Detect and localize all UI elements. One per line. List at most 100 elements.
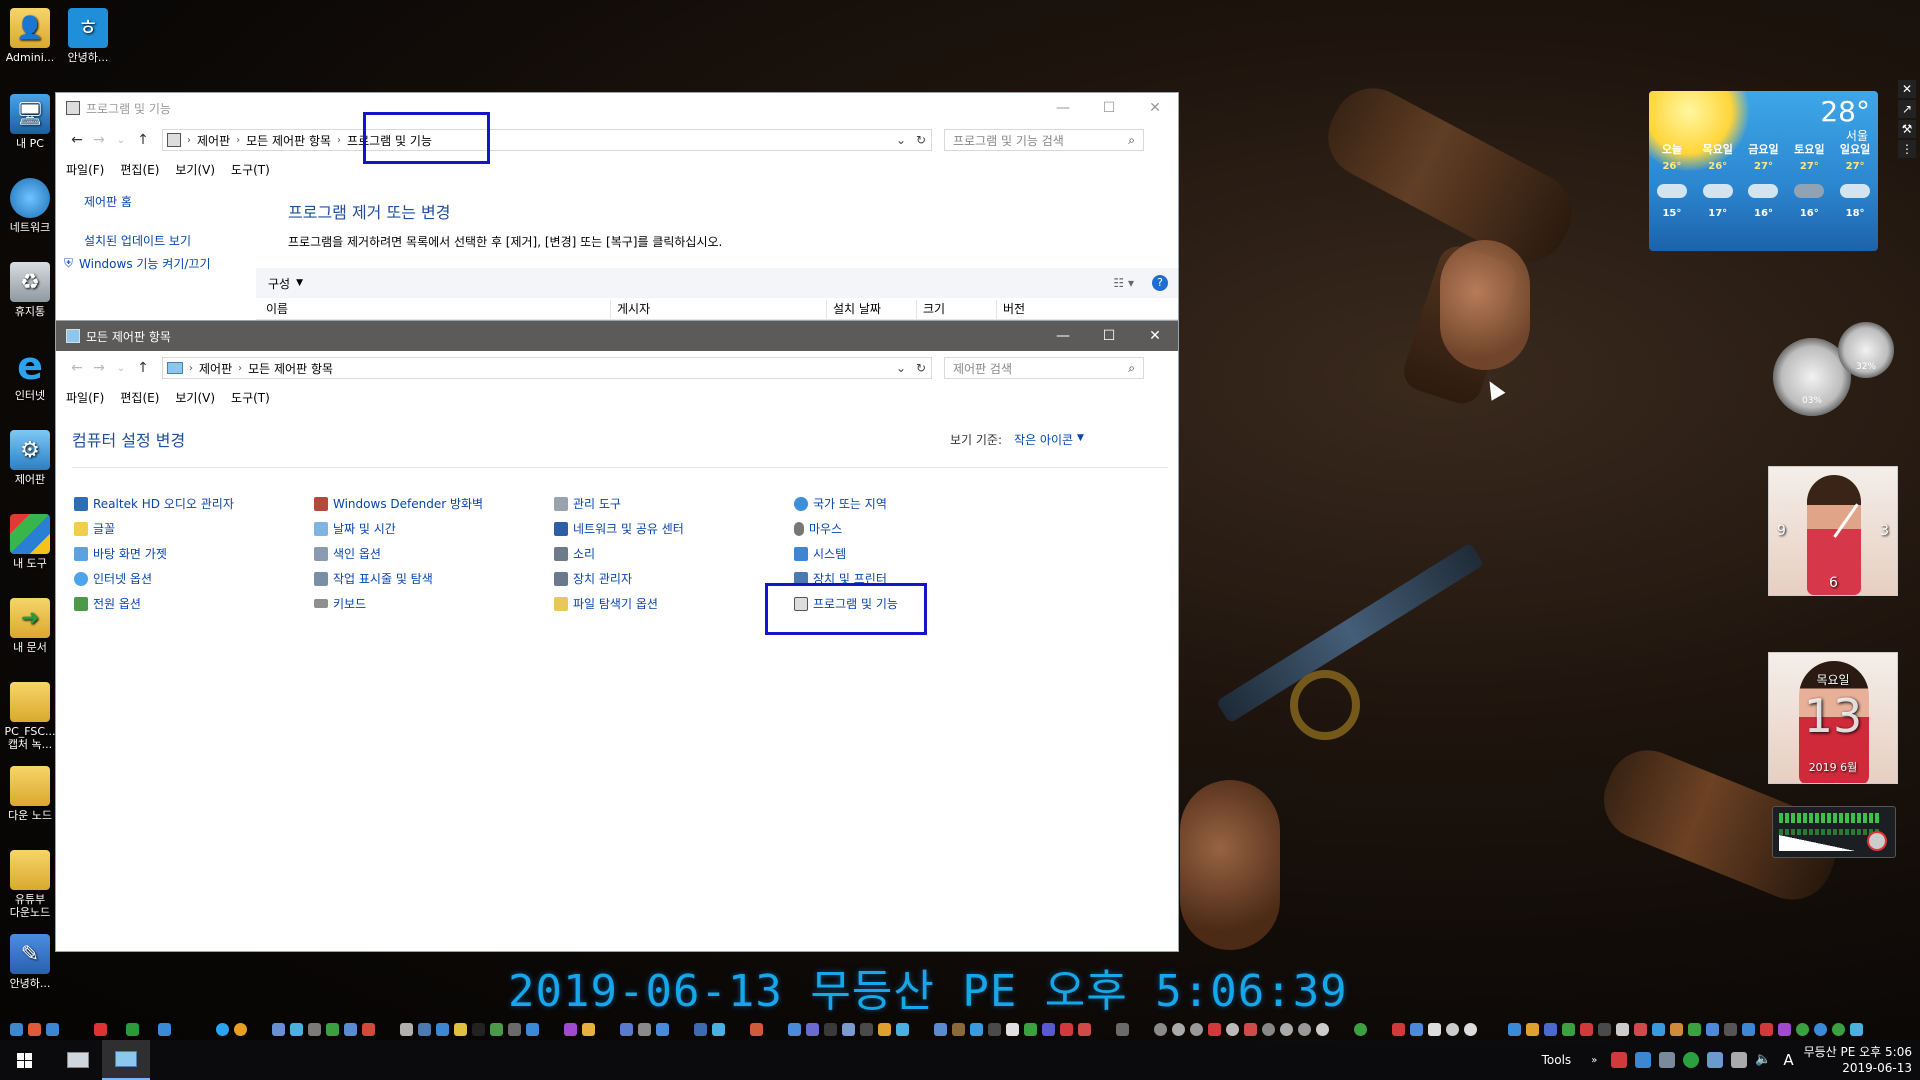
app-icon[interactable] <box>436 1022 449 1036</box>
back-arrow-icon[interactable]: ← <box>66 132 88 148</box>
tray-icon[interactable] <box>1683 1052 1700 1068</box>
app-icon[interactable] <box>1392 1022 1405 1036</box>
maximize-icon[interactable]: ☐ <box>1086 93 1132 123</box>
maximize-icon[interactable]: ☐ <box>1086 321 1132 351</box>
app-icon[interactable] <box>1814 1022 1827 1036</box>
app-icon[interactable] <box>952 1022 965 1036</box>
app-icon[interactable] <box>1544 1022 1557 1036</box>
app-icon[interactable] <box>1208 1022 1221 1036</box>
app-icon[interactable] <box>508 1022 521 1036</box>
app-icon[interactable] <box>1298 1022 1311 1036</box>
app-icon[interactable] <box>28 1022 41 1036</box>
window-titlebar[interactable]: 모든 제어판 항목 — ☐ ✕ <box>56 321 1178 351</box>
app-icon[interactable] <box>896 1022 909 1036</box>
menu-edit[interactable]: 편집(E) <box>120 389 159 406</box>
desktop-icon-youtube-download[interactable]: 유튜부 다운노드 <box>4 850 56 919</box>
menu-view[interactable]: 보기(V) <box>175 161 215 178</box>
cp-item-region[interactable]: 국가 또는 지역 <box>794 495 887 512</box>
app-icon[interactable] <box>1060 1022 1073 1036</box>
app-icon[interactable] <box>620 1022 633 1036</box>
app-icon[interactable] <box>1078 1022 1091 1036</box>
column-install-date[interactable]: 설치 날짜 <box>826 300 916 319</box>
app-icon[interactable] <box>362 1022 375 1036</box>
tools-toolbar[interactable]: Tools <box>1542 1053 1572 1067</box>
app-icon[interactable] <box>1796 1022 1809 1036</box>
cp-item-system[interactable]: 시스템 <box>794 545 846 562</box>
help-icon[interactable]: ? <box>1152 275 1168 291</box>
refresh-icon[interactable]: ↻ <box>911 361 931 375</box>
desktop-icon-recycle-bin[interactable]: ♻ 휴지통 <box>4 262 56 318</box>
up-arrow-icon[interactable]: ↑ <box>132 360 154 376</box>
app-icon[interactable] <box>94 1022 107 1036</box>
app-icon[interactable] <box>1832 1022 1845 1036</box>
desktop-icon-pc-fsc[interactable]: PC_FSC... 캡처 녹... <box>4 682 56 751</box>
app-icon[interactable] <box>1042 1022 1055 1036</box>
recent-dropdown-icon[interactable]: ⌄ <box>110 135 132 146</box>
app-icon[interactable] <box>1226 1022 1239 1036</box>
app-icon[interactable] <box>126 1022 139 1036</box>
app-icon[interactable] <box>1598 1022 1611 1036</box>
chevron-down-icon[interactable]: ⌄ <box>891 361 911 375</box>
app-icon[interactable] <box>1742 1022 1755 1036</box>
external-link-icon[interactable]: ↗ <box>1898 100 1916 118</box>
cp-item-realtek[interactable]: Realtek HD 오디오 관리자 <box>74 495 234 512</box>
cp-item-device-manager[interactable]: 장치 관리자 <box>554 570 632 587</box>
app-icon[interactable] <box>526 1022 539 1036</box>
app-icon[interactable] <box>46 1022 59 1036</box>
cp-item-sound[interactable]: 소리 <box>554 545 595 562</box>
programs-features-window[interactable]: 프로그램 및 기능 — ☐ ✕ ← → ⌄ ↑ › 제어판 › 모든 제어판 항… <box>55 92 1179 322</box>
recent-dropdown-icon[interactable]: ⌄ <box>110 363 132 374</box>
cp-item-explorer-options[interactable]: 파일 탐색기 옵션 <box>554 595 658 612</box>
cp-item-taskbar[interactable]: 작업 표시줄 및 탐색 <box>314 570 433 587</box>
app-icon[interactable] <box>490 1022 503 1036</box>
chrome-icon[interactable] <box>234 1022 247 1036</box>
desktop-icon-my-documents[interactable]: ➜ 내 문서 <box>4 598 56 654</box>
cp-item-admin-tools[interactable]: 관리 도구 <box>554 495 621 512</box>
weather-widget[interactable]: 28° 서울 오늘 26° 15° 목요일 26° 17° 금요일 27° 16° 토요일 2… <box>1649 91 1878 251</box>
app-icon[interactable] <box>1464 1022 1477 1036</box>
app-icon[interactable] <box>344 1022 357 1036</box>
menu-file[interactable]: 파일(F) <box>66 161 104 178</box>
app-icon[interactable] <box>934 1022 947 1036</box>
column-size[interactable]: 크기 <box>916 300 996 319</box>
view-options-icon[interactable]: ☷ ▾ <box>1113 276 1134 290</box>
app-icon[interactable] <box>454 1022 467 1036</box>
app-icon[interactable] <box>1724 1022 1737 1036</box>
app-icon[interactable] <box>1116 1022 1129 1036</box>
chevron-up-icon[interactable]: » <box>1591 1055 1597 1066</box>
app-icon[interactable] <box>1280 1022 1293 1036</box>
breadcrumb-all-items[interactable]: 모든 제어판 항목 <box>246 132 331 149</box>
app-icon[interactable] <box>878 1022 891 1036</box>
app-icon[interactable] <box>1652 1022 1665 1036</box>
back-arrow-icon[interactable]: ← <box>66 360 88 376</box>
app-icon[interactable] <box>638 1022 651 1036</box>
desktop-icon-notepad[interactable]: ✎ 안녕하... <box>4 934 56 990</box>
app-icon[interactable] <box>10 1022 23 1036</box>
app-icon[interactable] <box>656 1022 669 1036</box>
column-name[interactable]: 이름 <box>256 300 610 319</box>
app-icon[interactable] <box>418 1022 431 1036</box>
sidebar-windows-features[interactable]: ⛨ Windows 기능 켜기/끄기 <box>64 255 211 272</box>
cp-item-gadgets[interactable]: 바탕 화면 가젯 <box>74 545 167 562</box>
start-button[interactable] <box>0 1040 48 1080</box>
photo-clock-widget[interactable]: 9 3 6 <box>1768 466 1898 596</box>
cp-item-date-time[interactable]: 날짜 및 시간 <box>314 520 396 537</box>
close-icon[interactable]: ✕ <box>1132 321 1178 351</box>
volume-icon[interactable]: 🔈 <box>1755 1052 1771 1068</box>
app-icon[interactable] <box>712 1022 725 1036</box>
app-icon[interactable] <box>1006 1022 1019 1036</box>
menu-file[interactable]: 파일(F) <box>66 389 104 406</box>
app-icon[interactable] <box>1354 1022 1367 1036</box>
app-icon[interactable] <box>1428 1022 1441 1036</box>
network-icon[interactable] <box>1731 1052 1748 1068</box>
search-input[interactable]: 프로그램 및 기능 검색 ⌕ <box>944 129 1144 151</box>
memory-gauge[interactable]: 32% <box>1838 322 1894 378</box>
grid-icon[interactable]: ⋮ <box>1898 140 1916 158</box>
taskbar-programs-features[interactable] <box>54 1040 102 1080</box>
app-icon[interactable] <box>694 1022 707 1036</box>
close-icon[interactable]: ✕ <box>1898 80 1916 98</box>
app-icon[interactable] <box>806 1022 819 1036</box>
tray-icon[interactable] <box>1635 1052 1652 1068</box>
cp-item-mouse[interactable]: 마우스 <box>794 520 842 537</box>
app-icon[interactable] <box>988 1022 1001 1036</box>
